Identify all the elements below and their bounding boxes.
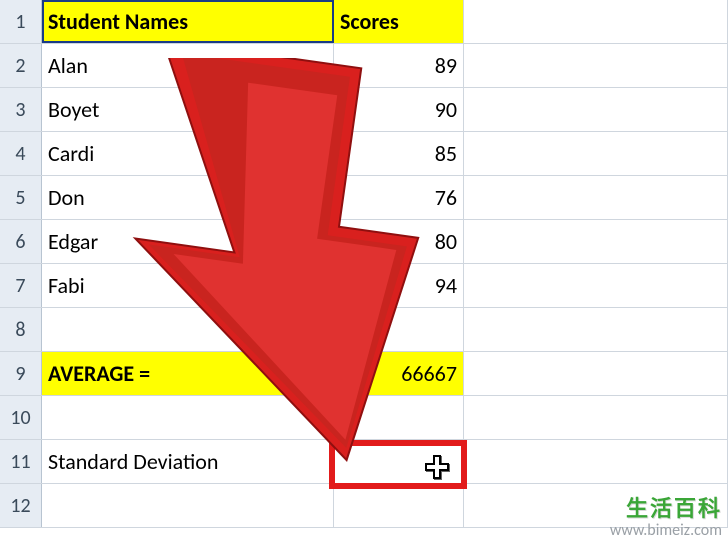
cell-c12[interactable]: [464, 484, 728, 527]
cell-c8[interactable]: [464, 308, 728, 351]
cell-a3-name[interactable]: Boyet: [42, 88, 334, 131]
cell-a11-stddev-label[interactable]: Standard Deviation: [42, 440, 334, 483]
cell-b3-score[interactable]: 90: [334, 88, 464, 131]
cell-b2-score[interactable]: 89: [334, 44, 464, 87]
cell-b11-stddev-value[interactable]: [334, 440, 464, 483]
row-number[interactable]: 6: [0, 220, 42, 263]
spreadsheet: 1 Student Names Scores 2 Alan 89 3 Boyet…: [0, 0, 728, 546]
cell-c9[interactable]: [464, 352, 728, 395]
row-8: 8: [0, 308, 728, 352]
row-number[interactable]: 4: [0, 132, 42, 175]
row-number[interactable]: 7: [0, 264, 42, 307]
cell-c10[interactable]: [464, 396, 728, 439]
row-7: 7 Fabi 94: [0, 264, 728, 308]
row-number[interactable]: 11: [0, 440, 42, 483]
row-12: 12: [0, 484, 728, 528]
cell-c7[interactable]: [464, 264, 728, 307]
cell-c2[interactable]: [464, 44, 728, 87]
cell-c4[interactable]: [464, 132, 728, 175]
cell-c6[interactable]: [464, 220, 728, 263]
cell-a5-name[interactable]: Don: [42, 176, 334, 219]
cell-b4-score[interactable]: 85: [334, 132, 464, 175]
row-number[interactable]: 12: [0, 484, 42, 527]
cell-c3[interactable]: [464, 88, 728, 131]
row-number[interactable]: 5: [0, 176, 42, 219]
cell-b8[interactable]: [334, 308, 464, 351]
cell-a7-name[interactable]: Fabi: [42, 264, 334, 307]
cell-b12[interactable]: [334, 484, 464, 527]
row-1: 1 Student Names Scores: [0, 0, 728, 44]
cell-a4-name[interactable]: Cardi: [42, 132, 334, 175]
row-9: 9 AVERAGE = 66667: [0, 352, 728, 396]
row-5: 5 Don 76: [0, 176, 728, 220]
cell-a9-average-label[interactable]: AVERAGE =: [42, 352, 334, 395]
cell-a12[interactable]: [42, 484, 334, 527]
row-4: 4 Cardi 85: [0, 132, 728, 176]
cell-a10[interactable]: [42, 396, 334, 439]
row-number[interactable]: 2: [0, 44, 42, 87]
cell-b5-score[interactable]: 76: [334, 176, 464, 219]
row-number[interactable]: 3: [0, 88, 42, 131]
row-number[interactable]: 9: [0, 352, 42, 395]
cell-c5[interactable]: [464, 176, 728, 219]
cell-a8[interactable]: [42, 308, 334, 351]
row-11: 11 Standard Deviation: [0, 440, 728, 484]
cell-c11[interactable]: [464, 440, 728, 483]
cell-b6-score[interactable]: 80: [334, 220, 464, 263]
cell-b7-score[interactable]: 94: [334, 264, 464, 307]
cell-a1-header[interactable]: Student Names: [42, 0, 334, 43]
cell-b1-header[interactable]: Scores: [334, 0, 464, 43]
row-number[interactable]: 8: [0, 308, 42, 351]
row-10: 10: [0, 396, 728, 440]
cell-a2-name[interactable]: Alan: [42, 44, 334, 87]
cell-b10[interactable]: [334, 396, 464, 439]
row-number[interactable]: 10: [0, 396, 42, 439]
row-6: 6 Edgar 80: [0, 220, 728, 264]
row-2: 2 Alan 89: [0, 44, 728, 88]
cell-b9-average-value[interactable]: 66667: [334, 352, 464, 395]
row-number[interactable]: 1: [0, 0, 42, 43]
row-3: 3 Boyet 90: [0, 88, 728, 132]
cell-c1[interactable]: [464, 0, 728, 43]
cell-a6-name[interactable]: Edgar: [42, 220, 334, 263]
